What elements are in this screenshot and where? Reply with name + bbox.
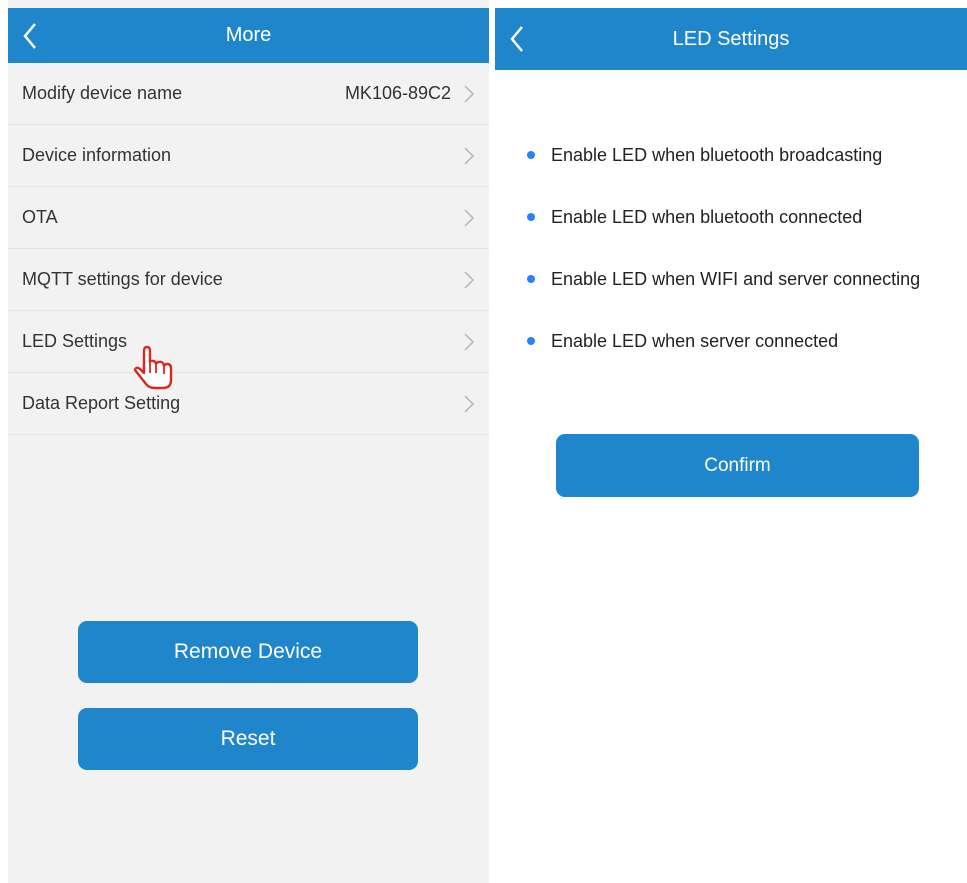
confirm-button[interactable]: Confirm <box>556 434 919 497</box>
page-title: More <box>225 24 272 46</box>
reset-button[interactable]: Reset <box>78 708 418 770</box>
led-option-label: Enable LED when bluetooth broadcasting <box>551 144 883 165</box>
chevron-right-icon <box>464 270 475 289</box>
radio-dot-icon <box>527 275 535 283</box>
radio-dot-icon <box>527 151 535 159</box>
row-label: OTA <box>22 207 58 227</box>
more-screen: More Modify device name MK106-89C2 Devic… <box>8 0 489 883</box>
row-data-report-setting[interactable]: Data Report Setting <box>8 373 489 435</box>
led-option-label: Enable LED when server connected <box>551 330 839 351</box>
chevron-right-icon <box>464 332 475 351</box>
row-led-settings[interactable]: LED Settings <box>8 311 489 373</box>
chevron-right-icon <box>464 208 475 227</box>
row-modify-device-name[interactable]: Modify device name MK106-89C2 <box>8 63 489 125</box>
row-label: Modify device name <box>22 83 183 103</box>
page-title: LED Settings <box>672 27 790 50</box>
led-option-server-connected[interactable]: Enable LED when server connected <box>495 310 967 372</box>
radio-dot-icon <box>527 213 535 221</box>
led-settings-header: LED Settings <box>495 8 967 70</box>
led-option-broadcasting[interactable]: Enable LED when bluetooth broadcasting <box>495 124 967 186</box>
row-label: Device information <box>22 145 172 165</box>
more-header: More <box>8 8 489 63</box>
settings-list: Modify device name MK106-89C2 Device inf… <box>8 63 489 435</box>
chevron-right-icon <box>464 394 475 413</box>
led-settings-screen: LED Settings Enable LED when bluetooth b… <box>495 0 967 883</box>
radio-dot-icon <box>527 337 535 345</box>
chevron-right-icon <box>464 84 475 103</box>
row-label: MQTT settings for device <box>22 269 223 289</box>
led-option-bt-connected[interactable]: Enable LED when bluetooth connected <box>495 186 967 248</box>
led-option-wifi-server-connecting[interactable]: Enable LED when WIFI and server connecti… <box>495 248 967 310</box>
hand-pointer-icon <box>133 345 173 390</box>
row-ota[interactable]: OTA <box>8 187 489 249</box>
device-name-value: MK106-89C2 <box>344 83 451 103</box>
row-label: Data Report Setting <box>22 393 181 413</box>
row-mqtt-settings[interactable]: MQTT settings for device <box>8 249 489 311</box>
led-option-label: Enable LED when bluetooth connected <box>551 206 863 227</box>
row-label: LED Settings <box>22 331 128 351</box>
chevron-right-icon <box>464 146 475 165</box>
remove-device-button[interactable]: Remove Device <box>78 621 418 683</box>
row-device-information[interactable]: Device information <box>8 125 489 187</box>
led-option-label: Enable LED when WIFI and server connecti… <box>551 268 921 289</box>
led-options-list: Enable LED when bluetooth broadcasting E… <box>495 124 967 372</box>
